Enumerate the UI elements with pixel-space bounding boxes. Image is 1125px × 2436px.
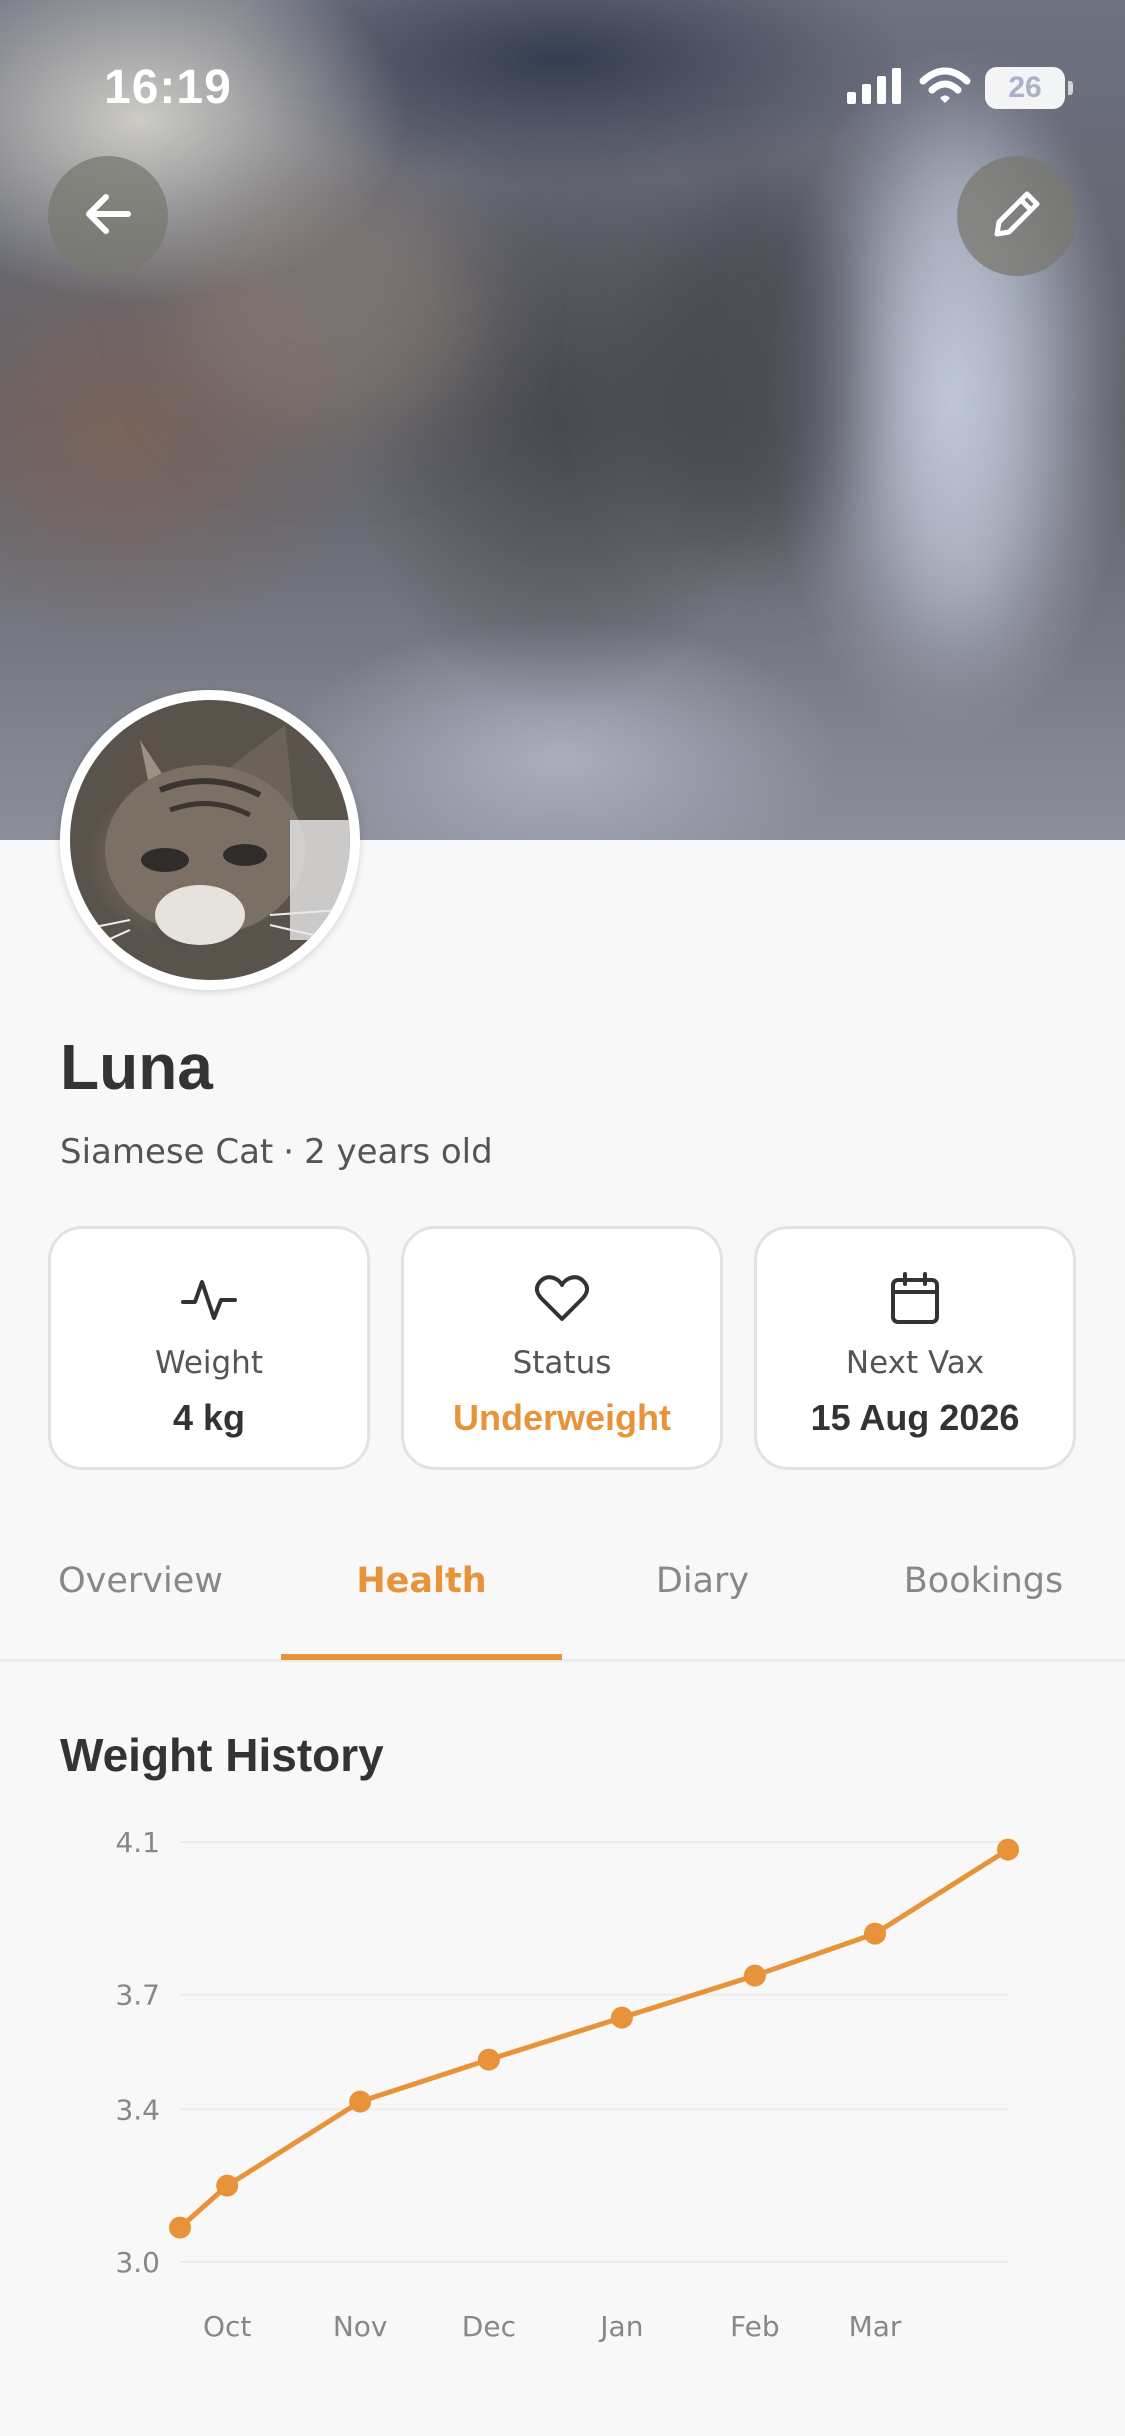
stat-card-weight[interactable]: Weight 4 kg (48, 1226, 370, 1470)
section-title-weight-history: Weight History (60, 1729, 384, 1781)
x-tick-label: Dec (462, 2310, 516, 2343)
stat-label: Weight (154, 1345, 263, 1381)
tab-health[interactable]: Health (281, 1530, 562, 1662)
y-tick-label: 3.4 (115, 2093, 160, 2126)
weight-series-line (177, 1847, 1011, 2231)
y-tick-label: 3.7 (115, 1979, 160, 2012)
status-time: 16:19 (104, 61, 232, 114)
weight-data-point (743, 1964, 766, 1987)
stat-label: Next Vax (845, 1345, 985, 1381)
y-tick-label: 4.1 (115, 1826, 160, 1859)
weight-data-point (997, 1838, 1019, 1861)
weight-data-point (610, 2006, 633, 2029)
stats-row: Weight 4 kg Status Underweight Next Vax … (48, 1226, 1077, 1470)
tab-overview[interactable]: Overview (0, 1530, 281, 1662)
stat-value: 4 kg (172, 1397, 246, 1438)
pencil-icon (989, 186, 1045, 246)
tab-diary[interactable]: Diary (562, 1530, 843, 1662)
back-button[interactable] (48, 156, 168, 276)
stat-card-status[interactable]: Status Underweight (401, 1226, 723, 1470)
heart-icon (534, 1271, 590, 1327)
x-tick-label: Feb (730, 2310, 780, 2343)
edit-button[interactable] (957, 156, 1077, 276)
x-tick-label: Mar (849, 2310, 902, 2343)
x-tick-label: Jan (598, 2310, 643, 2343)
arrow-left-icon (80, 186, 136, 246)
weight-data-point (349, 2090, 372, 2113)
y-tick-label: 3.0 (115, 2246, 160, 2279)
wifi-icon (919, 67, 971, 109)
weight-data-point (477, 2048, 500, 2071)
pet-age: 2 years old (304, 1132, 493, 1172)
pet-subtitle: Siamese Cat · 2 years old (60, 1132, 493, 1172)
calendar-icon (889, 1271, 941, 1327)
active-tab-indicator (281, 1654, 562, 1660)
x-tick-label: Oct (203, 2310, 251, 2343)
pet-avatar[interactable] (60, 690, 360, 990)
weight-data-point (864, 1922, 887, 1945)
signal-icon (845, 68, 905, 108)
stat-value: 15 Aug 2026 (810, 1397, 1020, 1438)
x-tick-label: Nov (333, 2310, 388, 2343)
stat-value: Underweight (452, 1397, 671, 1438)
tab-bookings[interactable]: Bookings (843, 1530, 1124, 1662)
activity-icon (181, 1271, 237, 1327)
stat-card-next-vax[interactable]: Next Vax 15 Aug 2026 (754, 1226, 1076, 1470)
weight-data-point (216, 2174, 239, 2197)
pet-name: Luna (60, 1031, 213, 1103)
battery-icon: 26 (985, 67, 1073, 109)
subtitle-separator: · (283, 1132, 295, 1172)
weight-data-point (169, 2216, 191, 2239)
tab-bar: Overview Health Diary Bookings (0, 1530, 1125, 1662)
pet-breed: Siamese Cat (60, 1132, 274, 1172)
weight-history-chart: 4.1 3.7 3.4 3.0 Oct Nov Dec Jan Feb Mar (115, 1826, 1019, 2343)
stat-label: Status (512, 1345, 612, 1381)
status-bar: 16:19 26 (0, 0, 1125, 150)
